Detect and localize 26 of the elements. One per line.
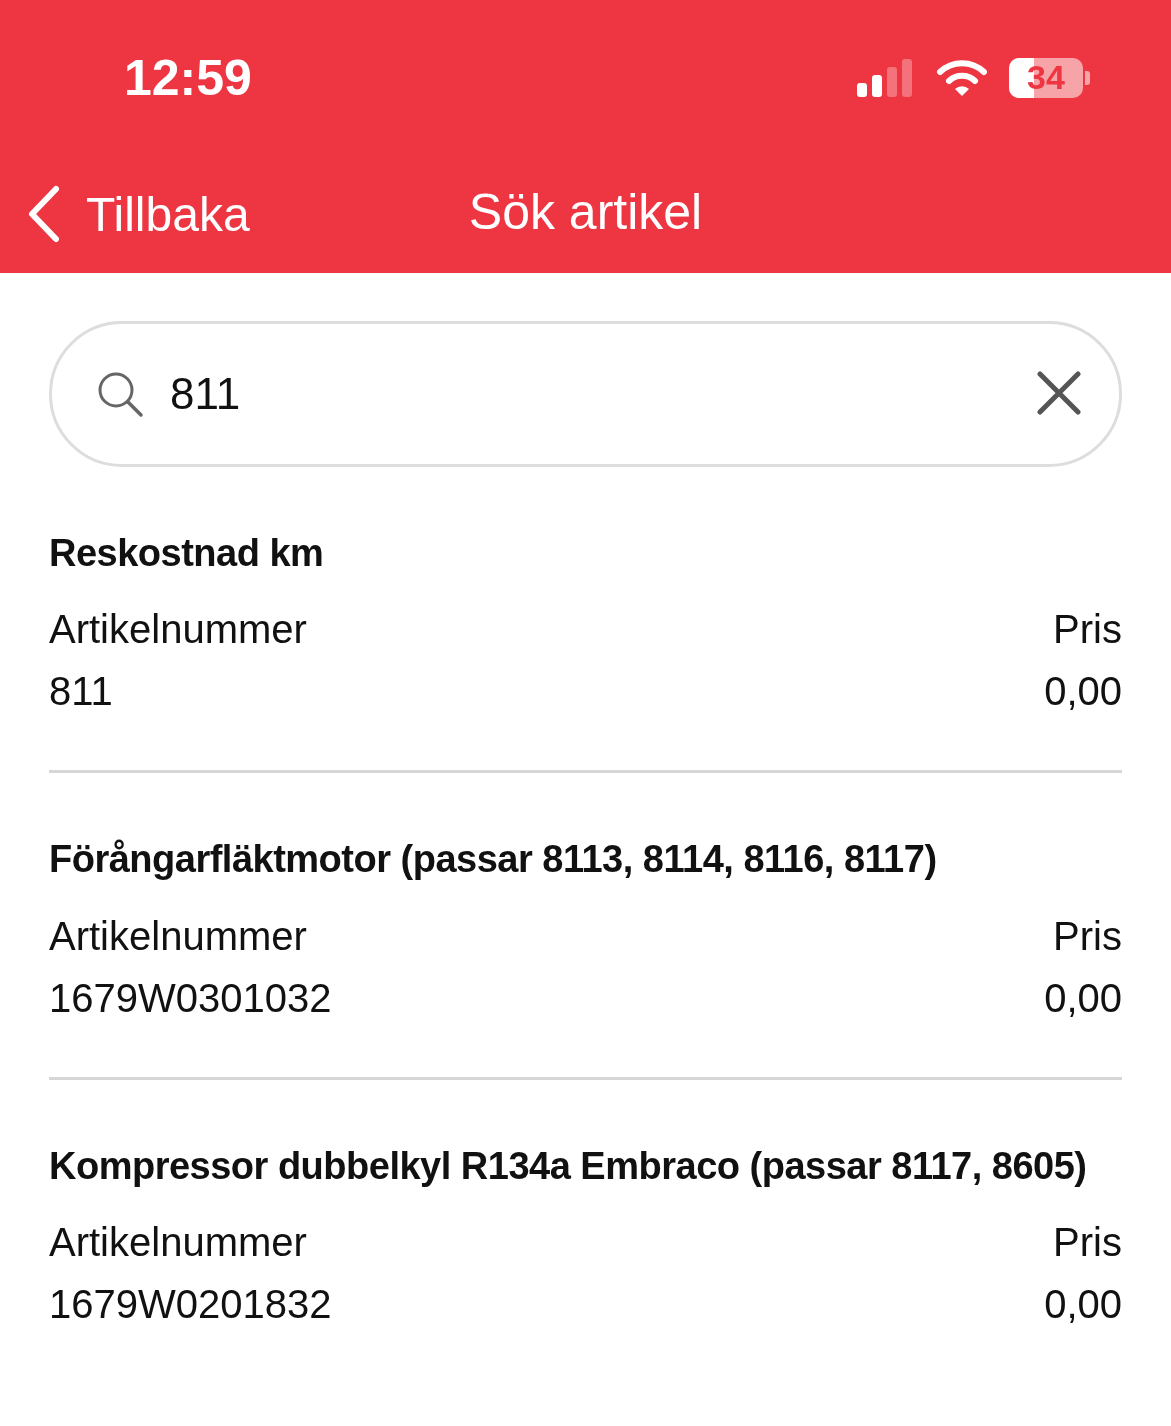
signal-icon (857, 58, 915, 97)
price-value: 0,00 (1044, 668, 1122, 716)
article-number: 811 (49, 668, 114, 716)
price-label: Pris (1052, 1219, 1122, 1267)
page-title: Sök artikel (468, 183, 703, 241)
article-name: Kompressor dubbelkyl R134a Embraco (passar 8117, 8605) (49, 1143, 1088, 1189)
price-value: 0,00 (1044, 974, 1122, 1022)
back-button[interactable]: Tillbaka (26, 185, 250, 243)
price-value: 0,00 (1044, 1281, 1122, 1329)
article-number-label: Artikelnummer (49, 606, 307, 654)
status-time: 12:59 (124, 48, 253, 107)
clear-button[interactable] (1037, 370, 1081, 418)
price-label: Pris (1052, 912, 1122, 960)
close-icon (1037, 370, 1081, 415)
search-icon (96, 370, 144, 418)
price-label: Pris (1052, 606, 1122, 654)
article-number-label: Artikelnummer (49, 912, 308, 960)
article-name: Reskostnad km (49, 531, 325, 576)
article-name: Förångarfläktmotor (passar 8113, 8114, 8116, 8117) (49, 837, 938, 883)
search-field[interactable]: 811 (49, 321, 1122, 467)
back-icon (26, 185, 60, 243)
search-input[interactable]: 811 (168, 368, 1013, 420)
article-number: 1679W0201832 (49, 1281, 332, 1329)
article-number: 1679W0301032 (49, 974, 332, 1022)
article-number-label: Artikelnummer (49, 1219, 308, 1267)
wifi-icon (937, 58, 987, 97)
